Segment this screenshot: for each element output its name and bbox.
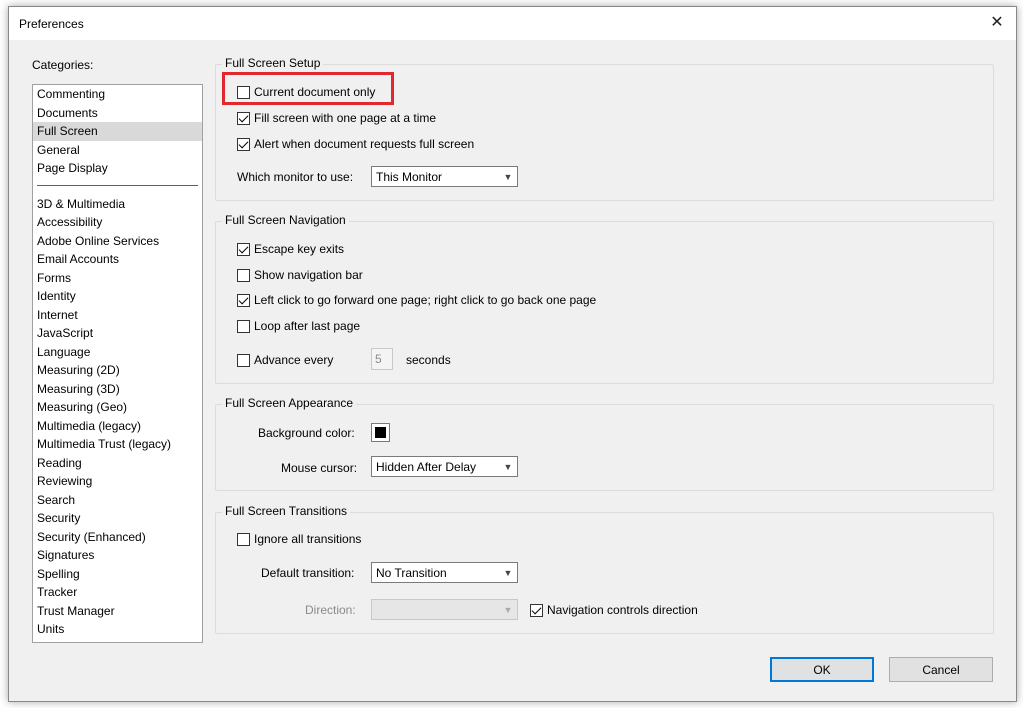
checkbox-box[interactable] [530,603,543,617]
checkbox-label: Advance every [254,353,334,367]
mouse-cursor-select[interactable]: Hidden After Delay ▼ [371,456,518,477]
default-transition-label: Default transition: [261,566,355,580]
category-item[interactable]: General [33,141,202,160]
category-separator [37,184,198,186]
category-item[interactable]: Internet [33,306,202,325]
left-click-forward-checkbox[interactable]: Left click to go forward one page; right… [237,293,596,307]
fill-one-page-checkbox[interactable]: Fill screen with one page at a time [237,111,436,125]
default-transition-select-value: No Transition [376,565,447,580]
category-item[interactable]: Language [33,343,202,362]
group-title-setup: Full Screen Setup [222,56,324,70]
checkbox-box[interactable] [237,319,250,333]
chevron-down-icon: ▼ [503,171,513,182]
checkbox-label: Escape key exits [254,242,345,256]
navigation-controls-direction-checkbox[interactable]: Navigation controls direction [530,603,698,617]
seconds-label: seconds [406,353,451,367]
checkbox-box[interactable] [237,242,250,256]
checkbox-label: Fill screen with one page at a time [254,111,437,125]
background-color-picker[interactable] [371,423,390,442]
ignore-transitions-checkbox[interactable]: Ignore all transitions [237,532,361,546]
category-item[interactable]: Units [33,620,202,639]
checkbox-box[interactable] [237,353,250,367]
checkbox-box[interactable] [237,293,250,307]
category-item[interactable]: Reading [33,454,202,473]
group-title-appearance: Full Screen Appearance [222,396,357,410]
close-icon[interactable]: ✕ [984,11,1010,35]
category-item[interactable]: 3D & Multimedia [33,195,202,214]
direction-label: Direction: [305,603,356,617]
category-item[interactable]: Commenting [33,85,202,104]
checkbox-box[interactable] [237,268,250,282]
category-item[interactable]: Security [33,509,202,528]
background-color-label: Background color: [258,426,355,440]
category-item[interactable]: Search [33,491,202,510]
full-screen-appearance-group: Full Screen Appearance [215,396,994,491]
category-item[interactable]: Trust Manager [33,602,202,621]
advance-every-checkbox[interactable]: Advance every [237,353,333,367]
category-item[interactable]: Adobe Online Services [33,232,202,251]
categories-list[interactable]: Commenting Documents Full Screen General Pag… [32,84,203,643]
alert-full-screen-checkbox[interactable]: Alert when document requests full screen [237,137,474,151]
loop-after-last-page-checkbox[interactable]: Loop after last page [237,319,360,333]
checkbox-label: Ignore all transitions [254,532,362,546]
category-item[interactable]: Documents [33,104,202,123]
category-item[interactable]: Identity [33,287,202,306]
group-title-transitions: Full Screen Transitions [222,504,351,518]
preferences-dialog: Preferences ✕ Categories: Commenting Docu… [8,6,1017,702]
escape-key-exits-checkbox[interactable]: Escape key exits [237,242,344,256]
group-title-navigation: Full Screen Navigation [222,213,349,227]
checkbox-box[interactable] [237,532,250,546]
category-item[interactable]: Multimedia Trust (legacy) [33,435,202,454]
chevron-down-icon: ▼ [503,604,513,615]
direction-select[interactable]: ▼ [371,599,518,620]
category-item[interactable]: Email Accounts [33,250,202,269]
checkbox-label: Alert when document requests full screen [254,137,475,151]
category-item[interactable]: Security (Enhanced) [33,528,202,547]
dialog-title: Preferences [19,17,84,31]
cancel-button[interactable]: Cancel [889,657,993,682]
ok-button[interactable]: OK [770,657,874,682]
category-item[interactable]: Full Screen [33,122,202,141]
checkbox-label: Navigation controls direction [547,603,698,617]
category-item[interactable]: Measuring (Geo) [33,398,202,417]
show-navigation-bar-checkbox[interactable]: Show navigation bar [237,268,363,282]
checkbox-box[interactable] [237,85,250,99]
current-document-only-checkbox[interactable]: Current document only [237,85,375,99]
monitor-select[interactable]: This Monitor ▼ [371,166,518,187]
category-item[interactable]: Accessibility [33,213,202,232]
categories-label: Categories: [32,58,94,72]
category-item[interactable]: Multimedia (legacy) [33,417,202,436]
chevron-down-icon: ▼ [503,567,513,578]
checkbox-label: Loop after last page [254,319,361,333]
checkbox-box[interactable] [237,137,250,151]
default-transition-select[interactable]: No Transition ▼ [371,562,518,583]
title-bar: Preferences ✕ [9,7,1016,40]
category-item[interactable]: Reviewing [33,472,202,491]
chevron-down-icon: ▼ [503,461,513,472]
category-item[interactable]: Tracker [33,583,202,602]
category-item[interactable]: Spelling [33,565,202,584]
category-item[interactable]: Signatures [33,546,202,565]
checkbox-label: Current document only [254,85,376,99]
advance-seconds-input[interactable]: 5 [371,348,393,370]
category-item[interactable]: Page Display [33,159,202,178]
category-item[interactable]: Measuring (3D) [33,380,202,399]
color-swatch [375,427,386,438]
category-item[interactable]: JavaScript [33,324,202,343]
mouse-cursor-label: Mouse cursor: [281,461,358,475]
mouse-cursor-select-value: Hidden After Delay [376,459,477,474]
monitor-select-value: This Monitor [376,169,443,184]
category-item[interactable]: Forms [33,269,202,288]
category-item[interactable]: Measuring (2D) [33,361,202,380]
checkbox-box[interactable] [237,111,250,125]
checkbox-label: Left click to go forward one page; right… [254,293,597,307]
monitor-label: Which monitor to use: [237,170,354,184]
checkbox-label: Show navigation bar [254,268,363,282]
